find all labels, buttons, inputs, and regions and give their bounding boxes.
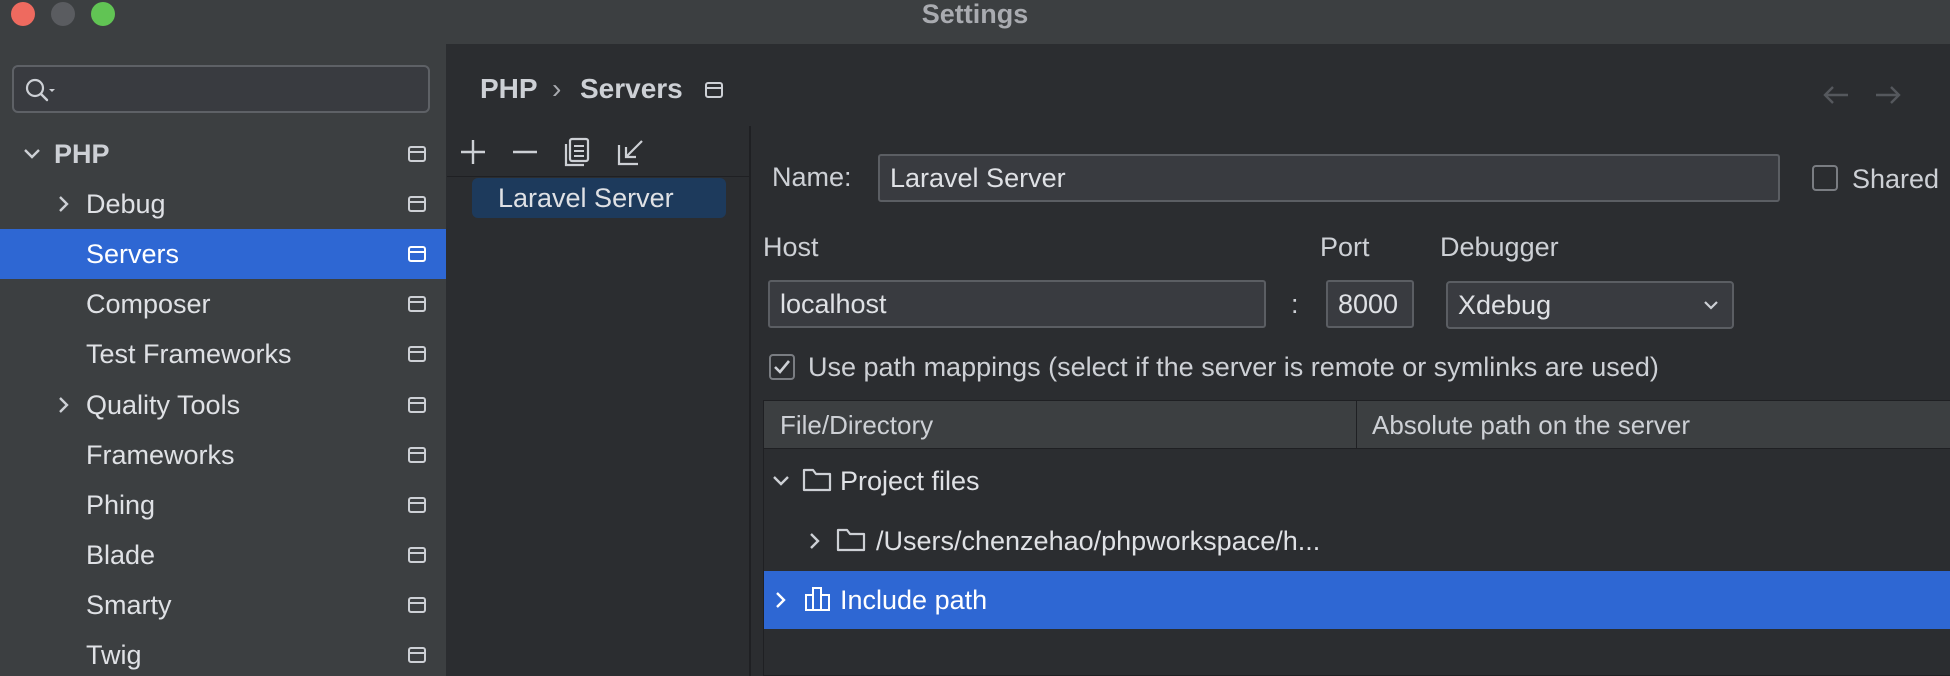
- pin-icon: [408, 597, 426, 613]
- shared-label: Shared: [1852, 164, 1940, 194]
- sidebar-item-twig[interactable]: Twig: [0, 630, 446, 676]
- forward-arrow-icon[interactable]: [1874, 84, 1902, 106]
- host-label: Host: [763, 232, 819, 262]
- pin-icon: [408, 397, 426, 413]
- sidebar-item-composer[interactable]: Composer: [0, 279, 446, 329]
- server-list-item-label: Laravel Server: [498, 183, 674, 213]
- toolbar-divider: [447, 176, 751, 177]
- breadcrumb-current: Servers: [580, 73, 683, 104]
- settings-search-input[interactable]: [12, 65, 430, 113]
- folder-icon: [802, 466, 832, 492]
- sidebar-item-test-frameworks[interactable]: Test Frameworks: [0, 329, 446, 379]
- sidebar-item-label: Twig: [86, 640, 142, 670]
- use-path-mappings-checkbox[interactable]: [769, 354, 795, 380]
- pin-icon: [408, 196, 426, 212]
- sidebar-item-label: Phing: [86, 490, 156, 520]
- server-list-item[interactable]: Laravel Server: [472, 178, 726, 218]
- sidebar-item-label: Servers: [86, 239, 180, 269]
- pin-icon: [408, 346, 426, 362]
- chevron-down-icon[interactable]: [770, 470, 792, 492]
- library-icon: [804, 586, 832, 612]
- pin-icon: [408, 296, 426, 312]
- pin-icon: [408, 246, 426, 262]
- name-label: Name:: [772, 162, 852, 192]
- table-row-project-files[interactable]: Project files: [764, 452, 1950, 510]
- name-field[interactable]: Laravel Server: [878, 154, 1780, 202]
- sidebar-item-smarty[interactable]: Smarty: [0, 580, 446, 630]
- debugger-label: Debugger: [1440, 232, 1559, 262]
- debugger-value: Xdebug: [1458, 290, 1552, 320]
- pin-icon: [408, 647, 426, 663]
- host-value: localhost: [780, 289, 887, 319]
- chevron-down-icon: [1702, 296, 1720, 314]
- pin-icon: [705, 82, 723, 98]
- remove-icon[interactable]: [511, 138, 539, 166]
- table-row-label: /Users/chenzehao/phpworkspace/h...: [876, 526, 1321, 556]
- sidebar-item-blade[interactable]: Blade: [0, 530, 446, 580]
- table-row-include-path[interactable]: Include path: [764, 571, 1950, 629]
- column-header-absolute-path[interactable]: Absolute path on the server: [1372, 401, 1690, 449]
- chevron-right-icon[interactable]: [804, 530, 826, 552]
- chevron-right-icon[interactable]: [770, 589, 792, 611]
- shared-checkbox[interactable]: [1812, 165, 1838, 191]
- chevron-down-icon[interactable]: [22, 144, 42, 164]
- port-label: Port: [1320, 232, 1370, 262]
- sidebar-item-label: Quality Tools: [86, 390, 241, 420]
- checkmark-icon: [774, 360, 791, 374]
- port-value: 8000: [1338, 289, 1399, 319]
- host-field[interactable]: localhost: [768, 280, 1266, 328]
- name-value: Laravel Server: [890, 163, 1066, 193]
- sidebar-item-label: Smarty: [86, 590, 172, 620]
- chevron-right-icon[interactable]: [54, 194, 74, 214]
- column-header-file-directory[interactable]: File/Directory: [780, 401, 933, 449]
- pin-icon: [408, 447, 426, 463]
- import-icon[interactable]: [616, 137, 646, 167]
- sidebar-item-debug[interactable]: Debug: [0, 179, 446, 229]
- folder-icon: [836, 526, 866, 552]
- pin-icon: [408, 146, 426, 162]
- breadcrumb-separator: ›: [552, 73, 562, 104]
- sidebar-item-php[interactable]: PHP: [0, 129, 446, 179]
- sidebar-item-quality-tools[interactable]: Quality Tools: [0, 380, 446, 430]
- table-row-label: Include path: [840, 585, 988, 615]
- add-icon[interactable]: [459, 138, 487, 166]
- copy-icon[interactable]: [564, 137, 592, 167]
- table-row-source-path[interactable]: /Users/chenzehao/phpworkspace/h...: [764, 512, 1950, 570]
- host-port-separator: :: [1291, 289, 1299, 319]
- sidebar-item-label: Debug: [86, 189, 166, 219]
- column-divider[interactable]: [1356, 401, 1357, 449]
- window-title: Settings: [921, 0, 1029, 29]
- chevron-right-icon[interactable]: [54, 395, 74, 415]
- sidebar-item-servers[interactable]: Servers: [0, 229, 446, 279]
- search-icon: [24, 77, 58, 103]
- sidebar-item-label: Frameworks: [86, 440, 235, 470]
- sidebar-item-label: Composer: [86, 289, 211, 319]
- debugger-select[interactable]: Xdebug: [1446, 281, 1734, 329]
- breadcrumb-parent[interactable]: PHP: [480, 72, 538, 106]
- pin-icon: [408, 497, 426, 513]
- back-arrow-icon[interactable]: [1822, 84, 1850, 106]
- sidebar-item-label: Test Frameworks: [86, 339, 292, 369]
- port-field[interactable]: 8000: [1326, 280, 1414, 328]
- title-bar: Settings: [0, 0, 1950, 44]
- table-row-label: Project files: [840, 466, 980, 496]
- sidebar-item-phing[interactable]: Phing: [0, 480, 446, 530]
- table-header: File/Directory Absolute path on the serv…: [764, 401, 1950, 449]
- sidebar-item-label: PHP: [54, 139, 110, 169]
- sidebar-item-frameworks[interactable]: Frameworks: [0, 430, 446, 480]
- use-path-mappings-label: Use path mappings (select if the server …: [808, 352, 1659, 382]
- sidebar-item-label: Blade: [86, 540, 156, 570]
- pin-icon: [408, 547, 426, 563]
